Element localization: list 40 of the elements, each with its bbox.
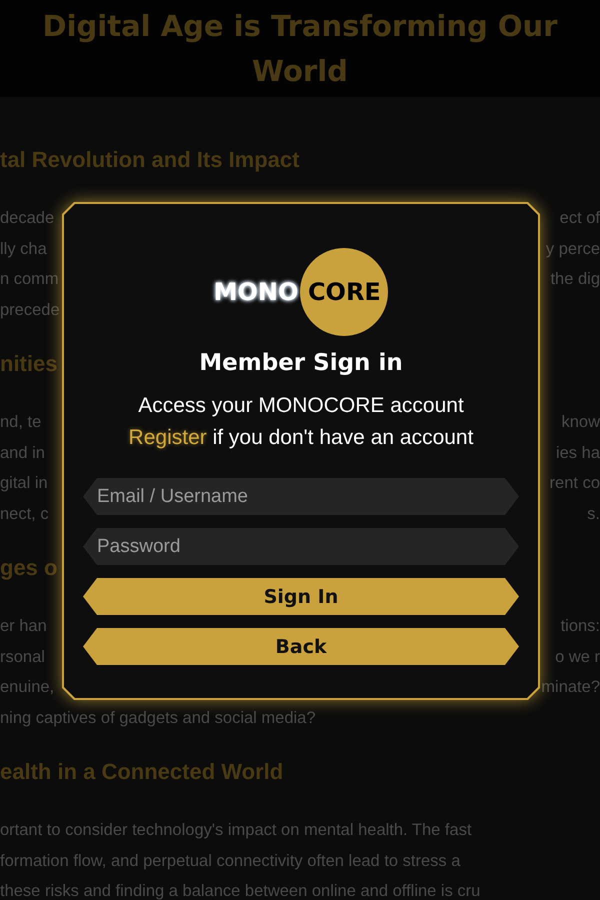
- register-text: Register if you don't have an account: [128, 426, 474, 450]
- register-link[interactable]: Register: [128, 426, 207, 449]
- section-heading: tal Revolution and Its Impact: [0, 146, 300, 174]
- section-heading: ges o: [0, 554, 58, 582]
- paragraph-text: y perce: [546, 238, 600, 260]
- paragraph-text: enuine,: [0, 677, 54, 698]
- paragraph-text: tions:: [560, 616, 600, 637]
- paragraph-text: rent co: [550, 473, 600, 494]
- paragraph-text: nect, c: [0, 504, 49, 524]
- paragraph-text: know: [561, 412, 600, 433]
- paragraph-text: er han: [0, 616, 47, 637]
- paragraph-text: rsonal: [0, 646, 45, 668]
- paragraph-text: nd, te: [0, 412, 42, 433]
- sign-in-button[interactable]: Sign In: [83, 578, 519, 615]
- paragraph-text: formation flow, and perpetual connectivity often lead to stress a: [0, 850, 460, 872]
- section-heading: nities: [0, 350, 58, 378]
- paragraph-text: decade: [0, 208, 54, 229]
- section-heading: ealth in a Connected World: [0, 758, 284, 786]
- username-field[interactable]: Email / Username: [83, 478, 519, 515]
- paragraph-text: ect of: [560, 208, 600, 229]
- paragraph-text: o we r: [555, 646, 600, 668]
- paragraph-text: lly cha: [0, 238, 47, 260]
- paragraph-text: minate?: [541, 677, 600, 698]
- dialog-title: Member Sign in: [199, 350, 403, 376]
- paragraph-text: precede: [0, 300, 60, 320]
- paragraph-text: s.: [587, 504, 600, 524]
- logo-text: MONO: [214, 278, 298, 306]
- paragraph-text: ning captives of gadgets and social media?: [0, 708, 316, 728]
- paragraph-text: and in: [0, 442, 45, 464]
- paragraph-text: n comm: [0, 269, 59, 290]
- paragraph-text: ies ha: [556, 442, 600, 464]
- back-button[interactable]: Back: [83, 628, 519, 665]
- page-title: Digital Age is Transforming Our World: [42, 8, 558, 90]
- logo-circle: CORE: [300, 248, 388, 336]
- paragraph-text: gital in: [0, 473, 48, 494]
- paragraph-text: ortant to consider technology's impact on mental health. The fast: [0, 820, 472, 841]
- subtitle-text: Access your MONOCORE account: [138, 394, 464, 418]
- paragraph-text: these risks and finding a balance between online and offline is cru: [0, 881, 480, 900]
- password-field[interactable]: Password: [83, 528, 519, 565]
- paragraph-text: the dig: [550, 269, 600, 290]
